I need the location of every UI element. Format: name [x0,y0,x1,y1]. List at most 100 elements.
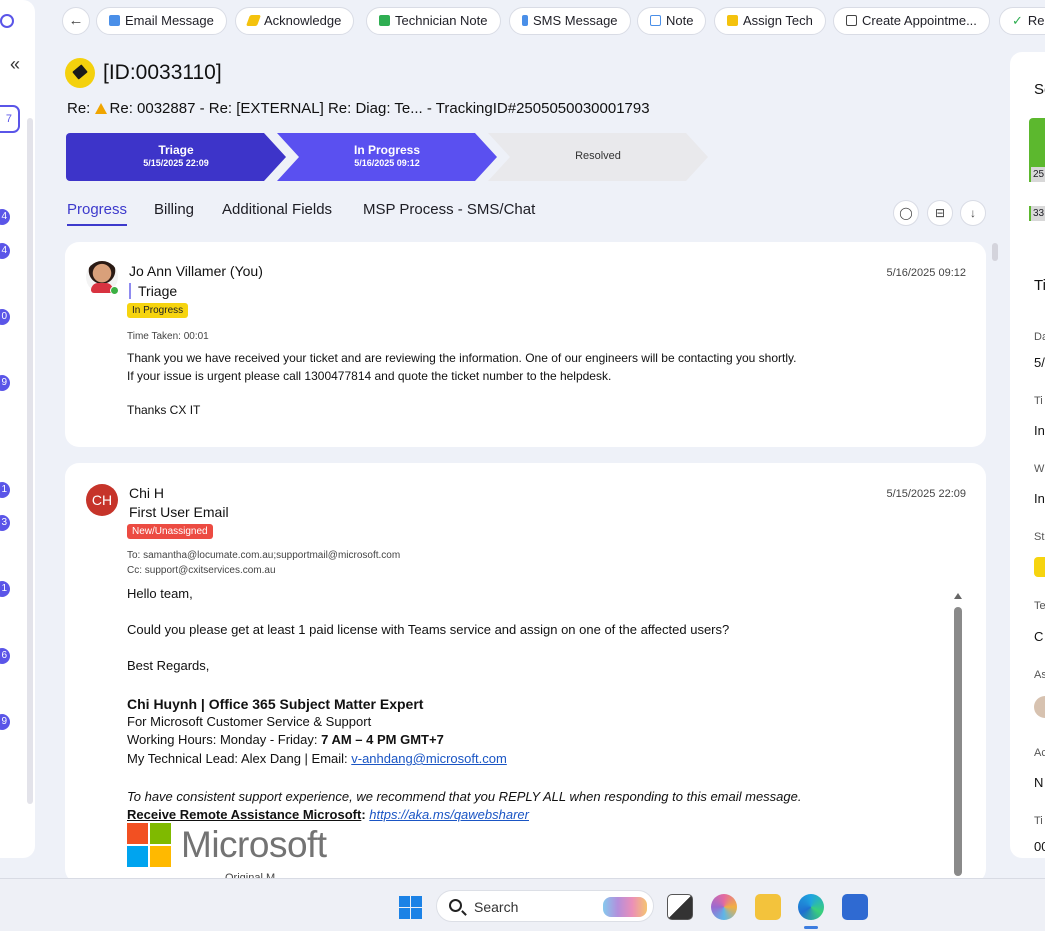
signature-lead: My Technical Lead: Alex Dang | Email: v-… [127,751,507,766]
active-app-indicator [804,926,818,929]
back-button[interactable]: ← [62,7,90,35]
stage-in-progress[interactable]: In Progress 5/16/2025 09:12 [277,133,497,181]
online-indicator [110,286,119,295]
tab-msp-process[interactable]: MSP Process - SMS/Chat [363,201,535,224]
calendar-icon [846,15,857,26]
collapse-icon[interactable]: « [10,54,20,75]
tab-progress[interactable]: Progress [67,201,128,226]
field-value[interactable]: 00 [1034,839,1045,854]
sidebar-active-tab[interactable]: 7 [0,105,20,133]
email-greeting: Hello team, [127,586,193,601]
collapse-all-icon[interactable]: ⊟ [927,200,953,226]
entry-stage: Triage [129,283,177,299]
progress-entry: Jo Ann Villamer (You) Triage In Progress… [65,242,986,447]
sidebar-badge[interactable]: 4 [0,243,10,259]
field-value[interactable]: In [1034,423,1045,438]
sidebar-badge[interactable]: 9 [0,714,10,730]
envelope-icon [109,15,120,26]
acknowledge-button[interactable]: Acknowledge [235,7,355,35]
left-sidebar: « 7 4 4 0 9 1 3 1 6 9 [0,0,35,858]
field-label: Ti [1034,395,1043,407]
sidebar-badge[interactable]: 4 [0,209,10,225]
email-message-button[interactable]: Email Message [96,7,227,35]
status-badge: New/Unassigned [127,524,213,539]
entry-author: Chi H [129,485,165,501]
copilot-icon[interactable] [711,894,737,920]
file-explorer-icon[interactable] [755,894,781,920]
panel-heading: Ti [1034,277,1045,294]
sidebar-badge[interactable]: 0 [0,309,10,325]
field-label: Te [1034,600,1045,612]
sms-message-button[interactable]: SMS Message [509,7,631,35]
field-value[interactable]: N [1034,775,1043,790]
note-icon [379,15,390,26]
microsoft-wordmark: Microsoft [181,824,327,865]
field-value[interactable]: 5/ [1034,355,1045,370]
main-scrollbar[interactable] [992,243,998,261]
remote-assistance-link[interactable]: https://aka.ms/qawebsharer [369,807,529,822]
status-select[interactable] [1034,557,1045,577]
action-toolbar: ← Email Message Acknowledge Technician N… [62,7,1045,35]
entry-timestamp: 5/16/2025 09:12 [886,267,966,279]
panel-heading: Se [1034,81,1045,98]
task-view-icon[interactable] [667,894,693,920]
email-request: Could you please get at least 1 paid lic… [127,622,730,637]
field-value[interactable]: C [1034,629,1043,644]
assign-tech-button[interactable]: Assign Tech [714,7,826,35]
stage-progress-bar: Triage 5/15/2025 22:09 In Progress 5/16/… [66,133,716,181]
field-label: Ac [1034,747,1045,759]
sidebar-badge[interactable]: 3 [0,515,10,531]
stage-resolved[interactable]: Resolved [488,133,708,181]
remote-assistance: Receive Remote Assistance Microsoft: htt… [127,807,529,822]
email-scrollbar[interactable] [954,593,962,876]
ticket-icon [65,58,95,88]
field-label: Da [1034,331,1045,343]
create-appointment-button[interactable]: Create Appointme... [833,7,990,35]
field-value[interactable]: In [1034,491,1045,506]
field-label: Ti [1034,815,1043,827]
email-to: To: samantha@locumate.com.au;supportmail… [127,550,401,561]
progress-entry: CH Chi H First User Email New/Unassigned… [65,463,986,883]
entry-text: If your issue is urgent please call 1300… [127,369,612,383]
signature-name: Chi Huynh | Office 365 Subject Matter Ex… [127,696,424,712]
entry-text: Thanks CX IT [127,403,201,417]
stage-triage[interactable]: Triage 5/15/2025 22:09 [66,133,286,181]
phone-icon [522,15,528,26]
field-label: As [1034,669,1045,681]
entry-stage: First User Email [129,504,229,520]
microsoft-store-icon[interactable] [842,894,868,920]
entry-text: Thank you we have received your ticket a… [127,351,797,365]
field-label: St [1034,531,1045,543]
scrollbar-thumb[interactable] [954,607,962,876]
scroll-down-icon[interactable]: ↓ [960,200,986,226]
note-button[interactable]: Note [637,7,707,35]
signature-team: For Microsoft Customer Service & Support [127,714,372,729]
tab-billing[interactable]: Billing [154,201,194,224]
assignee-avatar[interactable] [1034,696,1045,718]
time-taken: Time Taken: 00:01 [127,331,209,342]
windows-start-icon[interactable] [399,896,422,919]
tab-additional-fields[interactable]: Additional Fields [222,201,332,224]
sla-chip: 25 [1029,167,1045,182]
sla-chip: 33 [1029,206,1045,221]
microsoft-logo [127,823,171,867]
status-badge: In Progress [127,303,189,318]
search-icon[interactable] [0,14,14,28]
scroll-up-icon[interactable] [954,593,962,599]
search-icon [449,899,462,912]
sidebar-scrollbar[interactable] [27,118,33,804]
lead-email-link[interactable]: v-anhdang@microsoft.com [351,751,507,766]
ticket-id: [ID:0033110] [103,61,222,84]
technician-note-button[interactable]: Technician Note [366,7,501,35]
sidebar-badge[interactable]: 1 [0,482,10,498]
chat-icon[interactable]: ◯ [893,200,919,226]
sidebar-badge[interactable]: 9 [0,375,10,391]
resolve-button[interactable]: ✓ Re [999,7,1045,35]
sidebar-badge[interactable]: 6 [0,648,10,664]
edge-browser-icon[interactable] [798,894,824,920]
ticket-details-panel: Se 25 33 Ti Da 5/ Ti In W In St Te C As … [1010,52,1045,858]
field-label: W [1034,463,1045,475]
taskbar-search[interactable]: Search [436,890,654,922]
entry-timestamp: 5/15/2025 22:09 [886,488,966,500]
sidebar-badge[interactable]: 1 [0,581,10,597]
